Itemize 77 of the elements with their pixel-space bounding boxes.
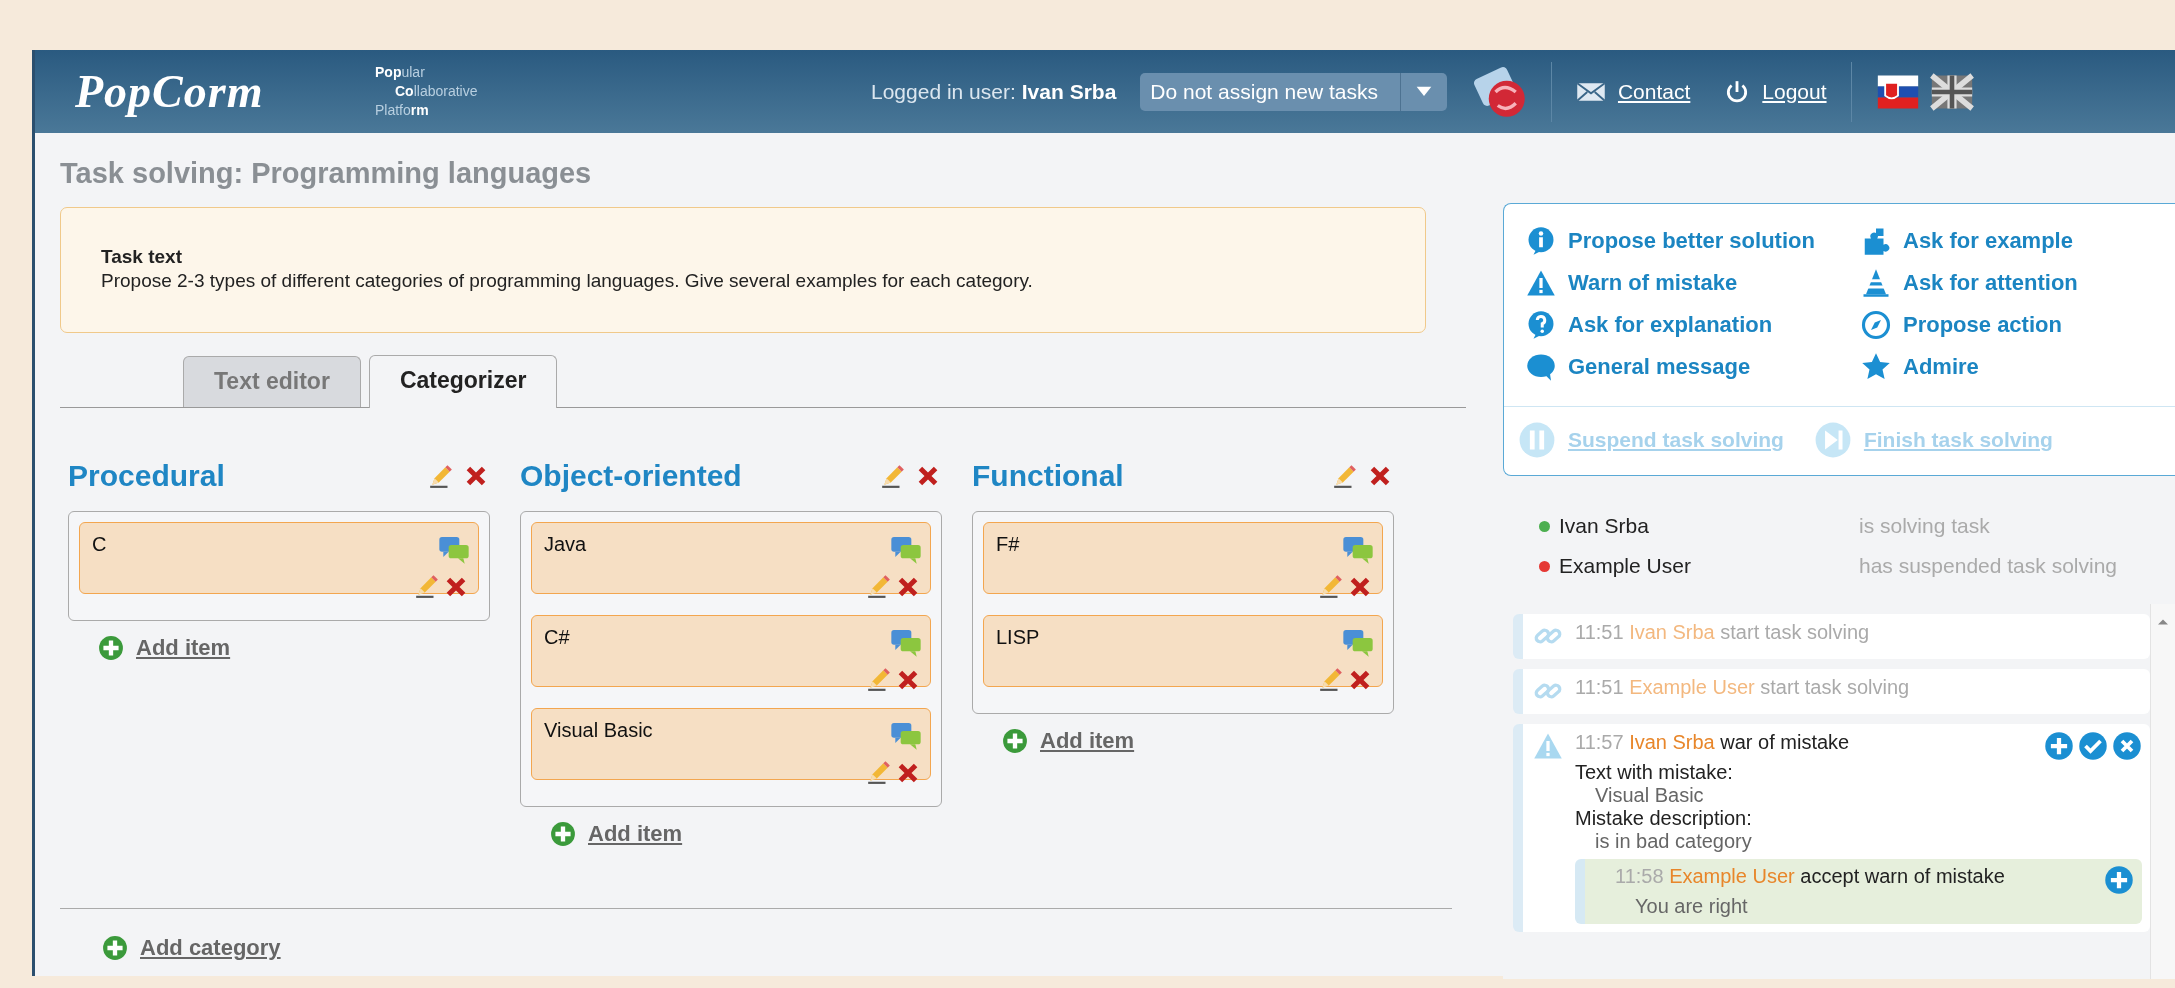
plus-icon — [550, 821, 576, 847]
log-message: 11:58 Example User accept warn of mistake — [1615, 865, 2006, 888]
logo: PopCorm — [75, 65, 265, 118]
add-item-link[interactable]: Add item — [98, 635, 231, 661]
pencil-icon[interactable] — [866, 666, 892, 692]
assign-select[interactable]: Do not assign new tasks — [1140, 72, 1447, 111]
action-link[interactable]: Ask for explanation — [1526, 310, 1861, 340]
detail-value: is in bad category — [1594, 830, 1753, 853]
question-icon — [1526, 310, 1556, 340]
category-title: Functional — [972, 459, 1125, 493]
action-link[interactable]: Warn of mistake — [1526, 268, 1861, 298]
pencil-icon[interactable] — [866, 759, 892, 785]
tab[interactable]: Categorizer — [368, 355, 558, 408]
task-heading: Task text — [101, 246, 183, 268]
pencil-icon[interactable] — [866, 573, 892, 599]
user-name: Ivan Srba — [1021, 79, 1117, 104]
pencil-icon[interactable] — [414, 573, 440, 599]
log-message: 11:57 Ivan Srba war of mistake — [1575, 731, 1851, 754]
user-status: has suspended task solving — [1859, 554, 2118, 578]
action-link[interactable]: Ask for attention — [1861, 268, 2175, 298]
skip-icon — [1813, 421, 1852, 459]
tagline-word: Popular — [375, 63, 426, 82]
item-label: Visual Basic — [544, 719, 653, 741]
logout-link[interactable]: Logout — [1724, 78, 1827, 105]
contact-link[interactable]: Contact — [1575, 76, 1691, 107]
pencil-icon[interactable] — [1318, 573, 1344, 599]
pause-icon — [1518, 421, 1556, 459]
detail-label: Mistake description: — [1575, 807, 1753, 830]
action-link[interactable]: Admire — [1861, 352, 2175, 382]
tagline-word: Platform — [375, 101, 430, 120]
category-title: Object-oriented — [520, 459, 743, 493]
item-label: LISP — [996, 626, 1040, 648]
tab[interactable]: Text editor — [183, 356, 361, 407]
add-icon[interactable] — [2044, 731, 2074, 761]
user-name: Ivan Srba — [1559, 514, 1650, 538]
category-title: Procedural — [68, 459, 226, 493]
warning-icon — [1526, 268, 1556, 298]
log-message: 11:51 Example User start task solving — [1575, 676, 1911, 699]
pencil-icon[interactable] — [880, 463, 906, 489]
logged-in-label: Logged in user: — [871, 79, 1016, 104]
plus-icon — [102, 935, 128, 961]
speech-bubble-icon — [1526, 352, 1556, 382]
action-link[interactable]: Ask for example — [1861, 226, 2175, 256]
user-name: Example User — [1559, 554, 1692, 578]
page-title: Task solving: Programming languages — [60, 157, 593, 191]
add-icon[interactable] — [2104, 865, 2134, 895]
task-text: Propose 2-3 types of different categories of programming languages. Give several examples for each category. — [101, 270, 1033, 291]
item-label: C — [92, 533, 107, 555]
reply-text: You are right — [1634, 895, 1749, 918]
user-status: is solving task — [1859, 514, 1991, 538]
star-icon — [1861, 352, 1891, 382]
add-item-link[interactable]: Add item — [550, 821, 683, 847]
pencil-icon[interactable] — [1332, 463, 1358, 489]
info-icon — [1526, 226, 1556, 256]
plus-icon — [1002, 728, 1028, 754]
action-link[interactable]: Propose better solution — [1526, 226, 1861, 256]
detail-value: Visual Basic — [1594, 784, 1705, 807]
close-icon[interactable] — [2112, 731, 2142, 761]
check-icon[interactable] — [2078, 731, 2108, 761]
add-category-link[interactable]: Add category — [102, 935, 281, 961]
pencil-icon[interactable] — [428, 463, 454, 489]
item-label: Java — [544, 533, 587, 555]
item-label: F# — [996, 533, 1020, 555]
action-link[interactable]: General message — [1526, 352, 1861, 382]
item-label: C# — [544, 626, 570, 648]
warning-icon — [1533, 731, 1563, 761]
plus-icon — [98, 635, 124, 661]
add-item-link[interactable]: Add item — [1002, 728, 1135, 754]
scrollbar[interactable] — [2150, 604, 2175, 979]
compass-icon — [1861, 310, 1891, 340]
globe-icon[interactable] — [1472, 64, 1527, 119]
tagline-word: Collaborative — [394, 82, 479, 101]
cone-icon — [1861, 268, 1891, 298]
log-message: 11:51 Ivan Srba start task solving — [1575, 621, 1871, 644]
detail-label: Text with mistake: — [1575, 761, 1734, 784]
action-link[interactable]: Propose action — [1861, 310, 2175, 340]
pencil-icon[interactable] — [1318, 666, 1344, 692]
